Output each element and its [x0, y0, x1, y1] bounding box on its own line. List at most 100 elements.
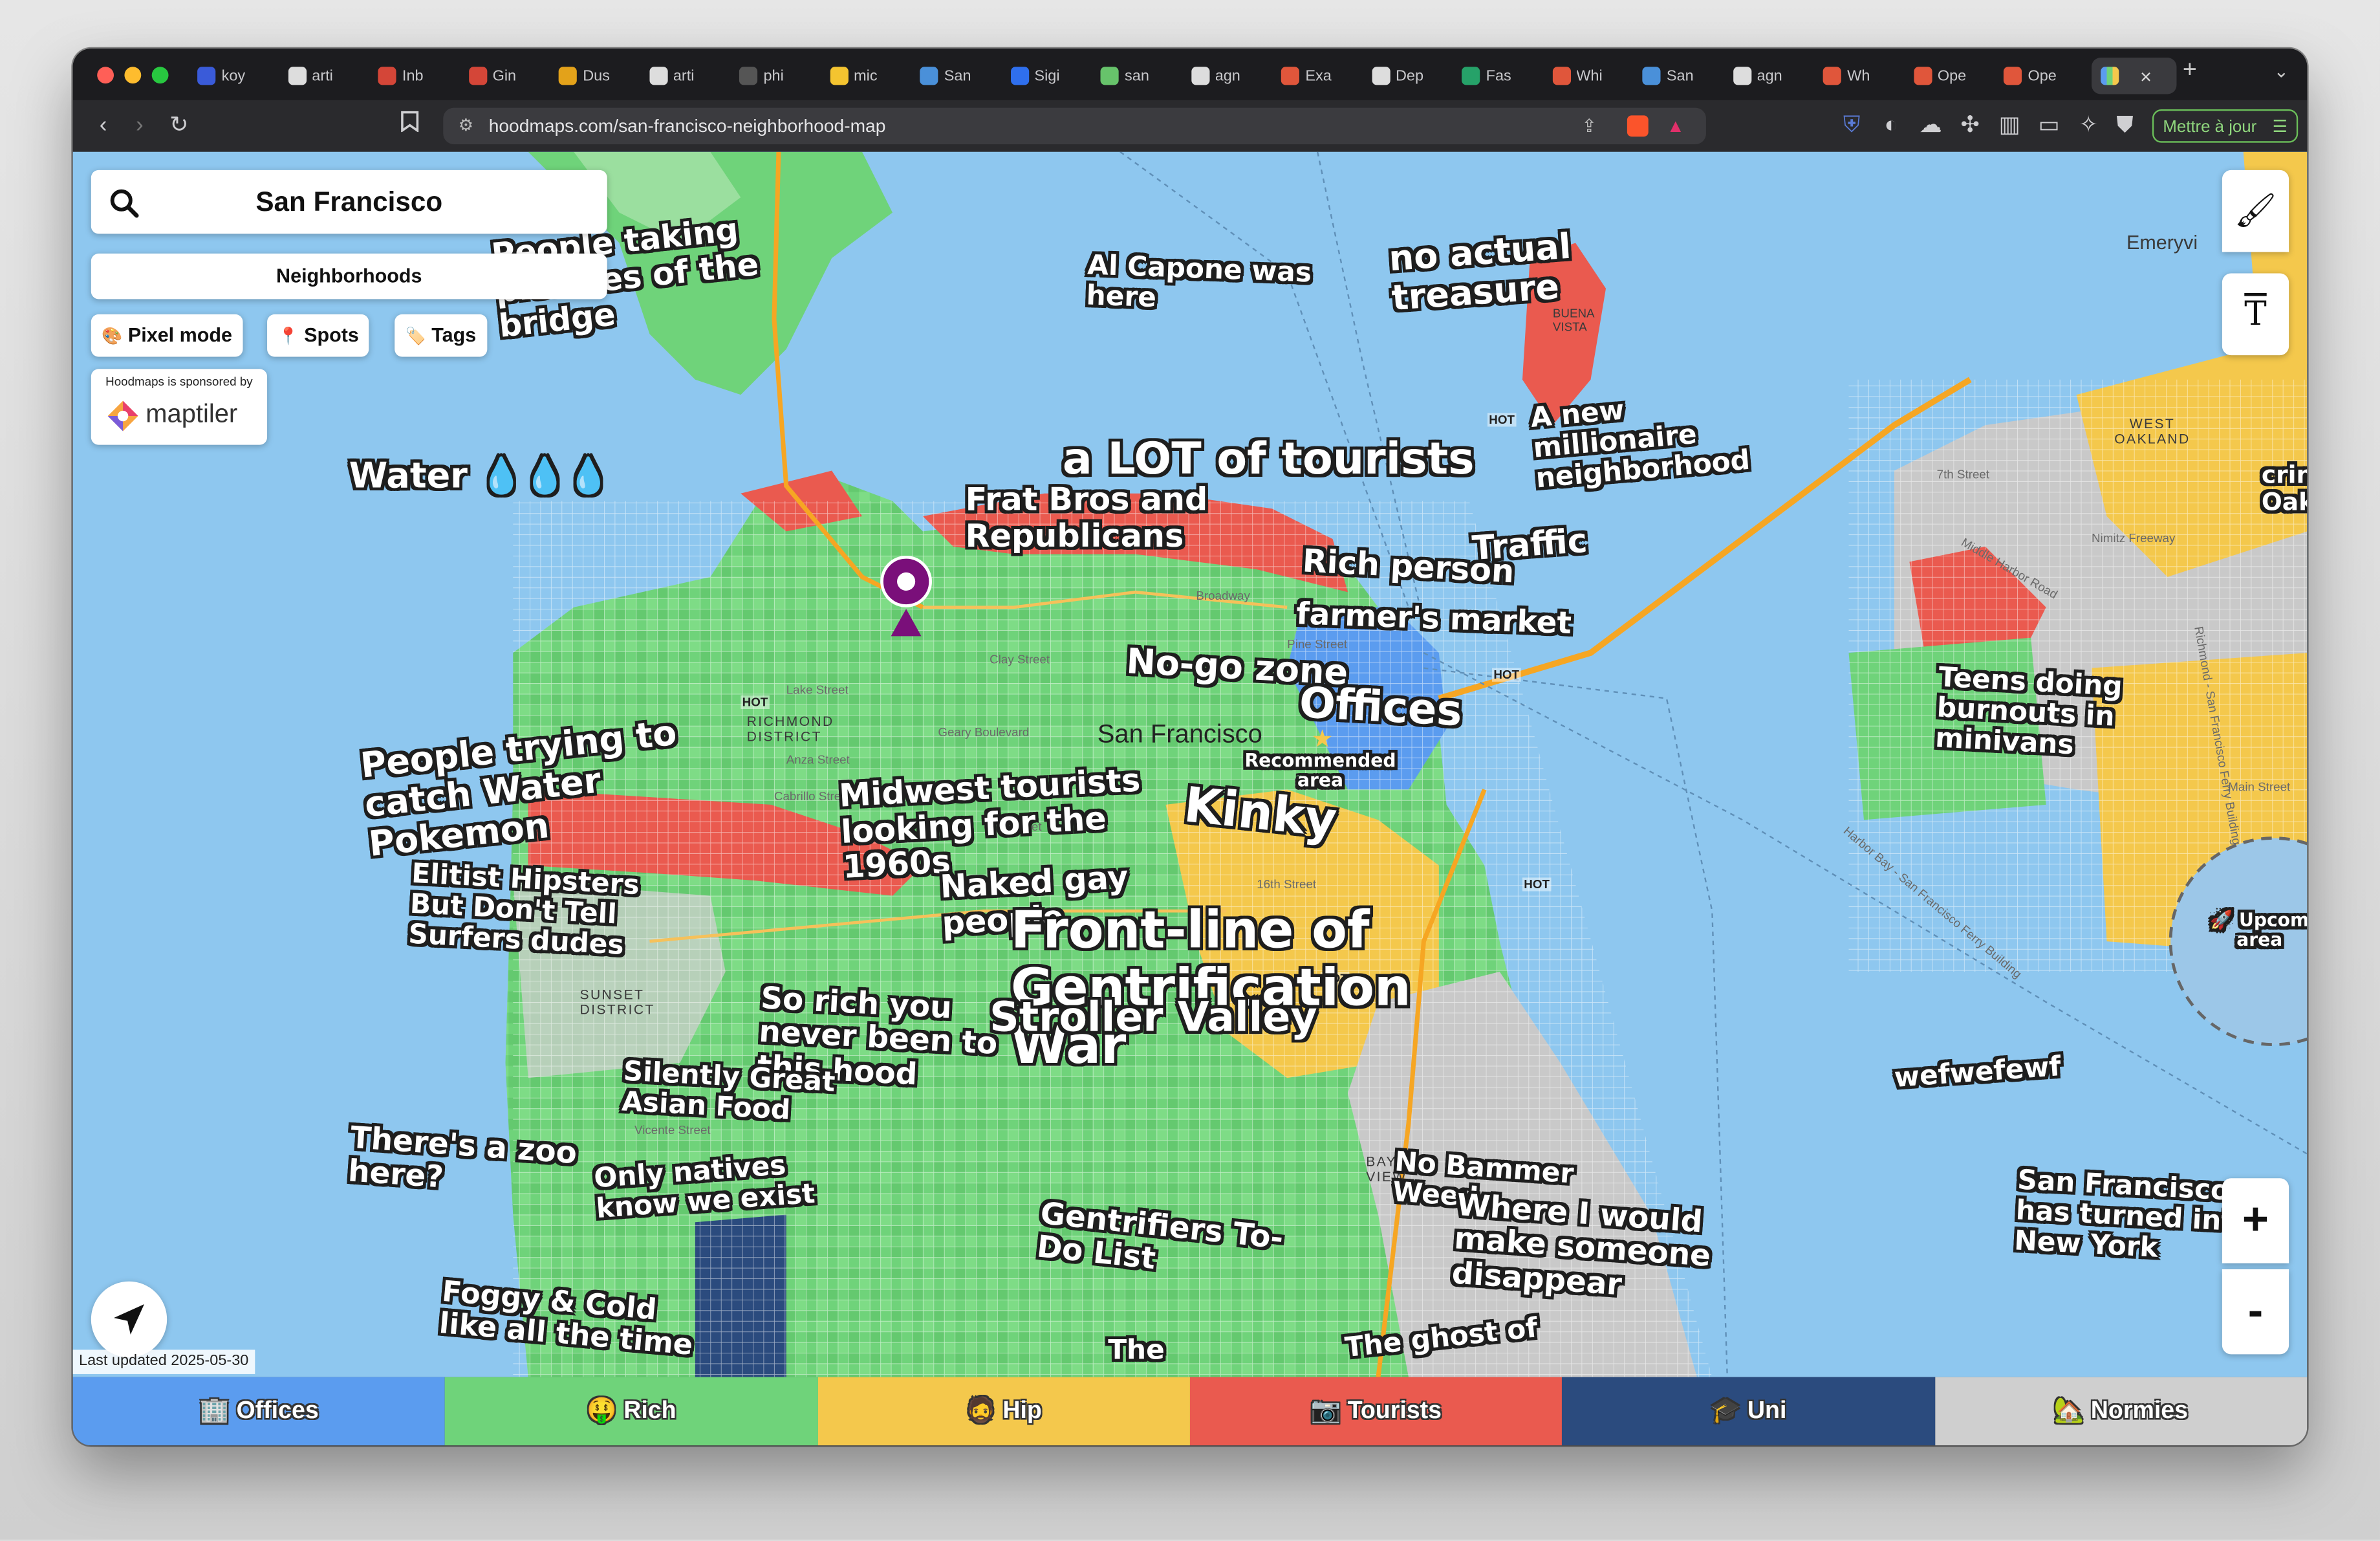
upcoming-area-label[interactable]: 🚀 Upcom area [2210, 910, 2307, 952]
back-arrow-icon[interactable]: ‹ [88, 111, 118, 141]
legend-hip[interactable]: 🧔 Hip [817, 1377, 1190, 1446]
browser-tab[interactable]: phi [739, 58, 821, 94]
zoom-window-button[interactable] [151, 67, 169, 84]
legend-uni[interactable]: 🎓 Uni [1562, 1377, 1935, 1446]
locate-me-button[interactable] [91, 1281, 168, 1358]
legend-tourists[interactable]: 📷 Tourists [1189, 1377, 1563, 1446]
browser-tab[interactable]: arti [287, 58, 370, 94]
legend-rich[interactable]: 🤑 Rich [445, 1377, 818, 1446]
bitwarden-extension-icon[interactable]: ⛨ [1837, 111, 1867, 141]
browser-tab[interactable]: San [1642, 58, 1724, 94]
bookmark-icon[interactable] [395, 111, 425, 141]
text-tool-button[interactable]: T [2222, 273, 2289, 356]
map-tag[interactable]: Where I would make someone disappear [1451, 1186, 1714, 1307]
browser-tab[interactable]: San [920, 58, 1002, 94]
forward-arrow-icon[interactable]: › [124, 111, 155, 141]
hot-badge[interactable]: HOT [1487, 413, 1517, 427]
brave-rewards-icon[interactable]: ▲ [1667, 108, 1685, 144]
map-canvas[interactable]: ★ San Francisco Emeryvi WEST OAKLAND RIC… [72, 151, 2308, 1377]
zoom-out-button[interactable]: - [2222, 1269, 2289, 1355]
map-tag[interactable]: no actual treasure [1388, 228, 1575, 320]
map-tag[interactable]: Silently Great Asian Food [621, 1056, 836, 1130]
share-icon[interactable]: ⇪ [1581, 108, 1597, 144]
browser-tab[interactable]: Ope [2003, 58, 2086, 94]
hot-badge[interactable]: HOT [1522, 877, 1552, 891]
tab-active[interactable]: × [2092, 58, 2177, 94]
sponsor-badge[interactable]: Hoodmaps is sponsored by maptiler [91, 369, 268, 445]
browser-tab[interactable]: Dep [1371, 58, 1453, 94]
map-tag[interactable]: Front-line of Gentrification War [1011, 902, 1411, 1075]
map-tag[interactable]: Frat Bros and Republicans [966, 482, 1208, 554]
pixel-mode-button[interactable]: 🎨 Pixel mode [91, 314, 243, 357]
house-icon: 🏡 [2053, 1398, 2084, 1425]
legend-offices[interactable]: 🏢 Offices [72, 1377, 446, 1446]
close-tab-icon[interactable]: × [2140, 65, 2152, 87]
browser-tab[interactable]: Fas [1462, 58, 1544, 94]
browser-tab[interactable]: Wh [1823, 58, 1905, 94]
tab-list-chevron-icon[interactable]: ⌄ [2274, 61, 2289, 82]
browser-tab[interactable]: agn [1191, 58, 1273, 94]
map-tag[interactable]: crin Oak [2262, 461, 2307, 516]
zoom-in-button[interactable]: + [2222, 1178, 2289, 1263]
neighborhoods-button[interactable]: Neighborhoods [91, 253, 607, 300]
legend-label: Tourists [1347, 1398, 1442, 1425]
brave-shields-icon[interactable] [1627, 115, 1649, 137]
new-tab-button[interactable]: + [2183, 58, 2197, 85]
map-tag[interactable]: San Francisco has turned into New York [2013, 1164, 2255, 1270]
browser-tab[interactable]: Exa [1281, 58, 1363, 94]
legend-normies[interactable]: 🏡 Normies [1934, 1377, 2308, 1446]
menu-icon[interactable]: ☰ [2273, 111, 2288, 144]
map-tag[interactable]: A new millionaire neighborhood [1530, 386, 1751, 496]
tags-button[interactable]: 🏷️ Tags [395, 314, 487, 357]
hot-badge[interactable]: HOT [1492, 668, 1521, 682]
brush-tool-button[interactable]: 🖌 [2222, 169, 2289, 252]
browser-tab[interactable]: Whi [1552, 58, 1634, 94]
cloud-extension-icon[interactable]: ☁ [1916, 111, 1946, 141]
browser-tab[interactable]: mic [829, 58, 912, 94]
browser-tab[interactable]: Inb [378, 58, 460, 94]
favicon-icon [1462, 67, 1480, 85]
browser-tab[interactable]: Gin [468, 58, 550, 94]
search-input[interactable]: San Francisco [91, 170, 607, 234]
street-label: Main Street [2228, 780, 2291, 794]
browser-tab[interactable]: Dus [558, 58, 641, 94]
map-tag[interactable]: Stroller Valley [990, 995, 1317, 1042]
hot-badge[interactable]: HOT [741, 695, 770, 710]
map-tag[interactable]: Offices [1298, 677, 1464, 736]
reload-icon[interactable]: ↻ [164, 111, 194, 141]
city-search[interactable]: San Francisco [91, 169, 607, 234]
map-tag[interactable]: Water 💧💧💧 [349, 457, 611, 497]
browser-tab[interactable]: koy [197, 58, 279, 94]
location-pin-marker[interactable] [878, 554, 935, 646]
map-tag[interactable]: Elitist Hipsters But Don't Tell Surfers … [407, 858, 640, 963]
browser-toolbar: ‹ › ↻ ⚙ hoodmaps.com/san-francisco-neigh… [72, 100, 2308, 154]
pin-icon: 📍 [277, 327, 299, 347]
map-tag[interactable]: Teens doing burnouts in minivans [1934, 662, 2123, 765]
vpn-shield-icon[interactable]: ⛊ [2110, 111, 2140, 141]
browser-tab[interactable]: Sigi [1010, 58, 1092, 94]
tab-title: arti [673, 67, 695, 85]
tab-title: Ope [1937, 67, 1967, 85]
minimize-window-button[interactable] [124, 67, 142, 84]
leo-ai-icon[interactable]: ✧ [2073, 111, 2104, 141]
map-tag[interactable]: The [1108, 1335, 1165, 1366]
close-window-button[interactable] [97, 67, 114, 84]
browser-tab[interactable]: agn [1732, 58, 1815, 94]
tab-title: mic [854, 67, 878, 85]
update-button[interactable]: Mettre à jour ☰ [2152, 109, 2299, 144]
browser-tab[interactable]: san [1100, 58, 1183, 94]
puzzle-extensions-icon[interactable]: ✣ [1955, 111, 1985, 141]
minus-icon: - [2247, 1285, 2264, 1337]
favicon-icon [1913, 67, 1932, 85]
site-settings-icon[interactable]: ⚙ [459, 108, 473, 144]
extension-icon[interactable]: ◐ [1876, 111, 1907, 141]
sidebar-toggle-icon[interactable]: ▥ [1995, 111, 2025, 141]
address-bar[interactable]: ⚙ hoodmaps.com/san-francisco-neighborhoo… [443, 107, 1706, 144]
browser-tab[interactable]: Ope [1913, 58, 1995, 94]
map-tag[interactable]: a LOT of tourists [1063, 433, 1475, 483]
spots-button[interactable]: 📍 Spots [267, 314, 370, 357]
wallet-icon[interactable]: ▭ [2034, 111, 2064, 141]
tab-title: Exa [1305, 67, 1332, 85]
browser-tab[interactable]: arti [649, 58, 731, 94]
map-tag[interactable]: Al Capone was here [1086, 250, 1312, 320]
